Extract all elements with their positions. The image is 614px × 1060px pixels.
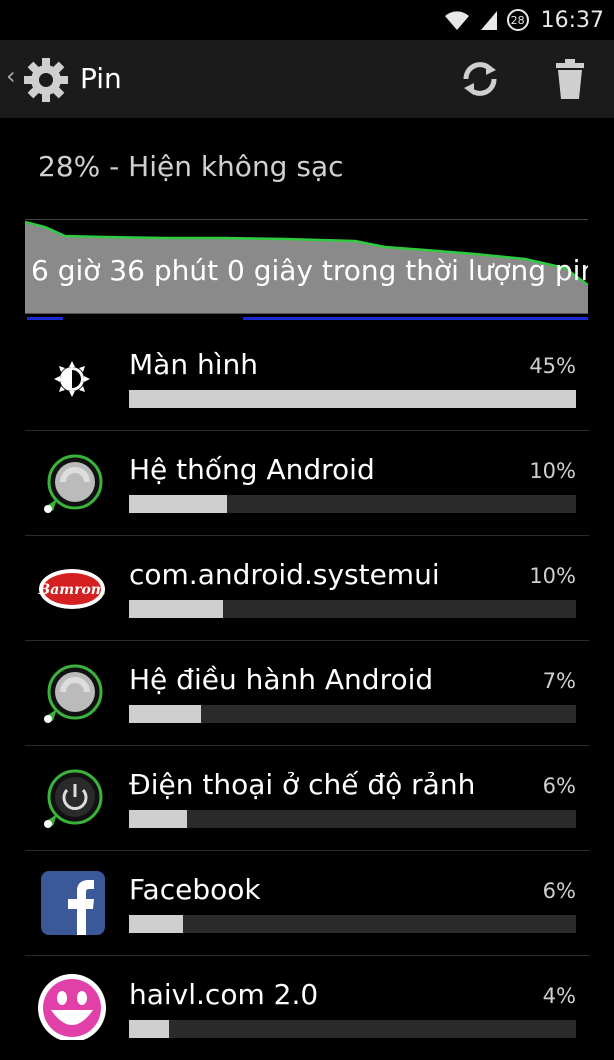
battery-duration-label: 6 giờ 36 phút 0 giây trong thời lượng pi…	[31, 254, 588, 287]
usage-bar	[129, 495, 576, 513]
usage-bar-fill	[129, 495, 228, 513]
item-percent: 45%	[529, 354, 576, 378]
battery-usage-list: Màn hình 45% Hệ thống Android 10% Bamrom…	[0, 326, 614, 1060]
item-name: Màn hình	[129, 348, 258, 381]
item-name: Facebook	[129, 873, 261, 906]
item-percent: 6%	[542, 774, 576, 798]
power-icon	[44, 769, 103, 828]
android-os-icon	[44, 664, 103, 723]
list-item-facebook[interactable]: Facebook 6%	[25, 851, 589, 956]
wifi-icon	[444, 11, 469, 30]
item-name: Hệ điều hành Android	[129, 663, 434, 696]
notification-count-badge: 28	[506, 9, 529, 31]
battery-status-text: 28% - Hiện không sạc	[38, 150, 344, 183]
usage-bar	[129, 915, 576, 933]
usage-bar-fill	[129, 390, 576, 408]
refresh-button[interactable]	[458, 57, 502, 101]
list-item-haivl[interactable]: haivl.com 2.0 4%	[25, 956, 589, 1060]
clock: 16:37	[540, 7, 604, 33]
item-name: haivl.com 2.0	[129, 978, 319, 1011]
usage-bar	[129, 1020, 576, 1038]
svg-text:Bamrom: Bamrom	[37, 582, 105, 598]
usage-bar	[129, 705, 576, 723]
back-chevron-icon[interactable]: ‹	[6, 62, 16, 90]
usage-bar-fill	[129, 600, 223, 618]
item-percent: 10%	[529, 564, 576, 588]
list-item-android-system[interactable]: Hệ thống Android 10%	[25, 431, 589, 536]
usage-bar-fill	[129, 915, 183, 933]
item-name: com.android.systemui	[129, 558, 440, 591]
usage-bar-fill	[129, 810, 188, 828]
list-item-systemui[interactable]: Bamrom com.android.systemui 10%	[25, 536, 589, 641]
page-title: Pin	[80, 62, 122, 95]
facebook-icon	[41, 871, 105, 935]
list-item-android-os[interactable]: Hệ điều hành Android 7%	[25, 641, 589, 746]
status-icons: 28 16:37	[443, 4, 604, 36]
usage-bar	[129, 390, 576, 408]
settings-gear-icon[interactable]	[22, 56, 70, 104]
status-bar: 28 16:37	[0, 0, 614, 40]
haivl-icon	[38, 974, 106, 1040]
item-percent: 7%	[542, 669, 576, 693]
bamrom-icon: Bamrom	[37, 569, 106, 609]
usage-bar	[129, 810, 576, 828]
action-bar: ‹ Pin	[0, 40, 614, 118]
item-percent: 4%	[542, 984, 576, 1008]
usage-bar-fill	[129, 705, 201, 723]
item-name: Hệ thống Android	[129, 453, 375, 486]
delete-button[interactable]	[552, 57, 588, 101]
usage-bar	[129, 600, 576, 618]
item-percent: 10%	[529, 459, 576, 483]
usage-bar-fill	[129, 1020, 170, 1038]
list-item-idle[interactable]: Điện thoại ở chế độ rảnh 6%	[25, 746, 589, 851]
list-item-screen[interactable]: Màn hình 45%	[25, 326, 589, 431]
item-name: Điện thoại ở chế độ rảnh	[129, 768, 476, 801]
android-system-icon	[44, 454, 103, 513]
signal-icon	[480, 11, 497, 30]
brightness-icon	[54, 361, 90, 397]
item-percent: 6%	[542, 879, 576, 903]
